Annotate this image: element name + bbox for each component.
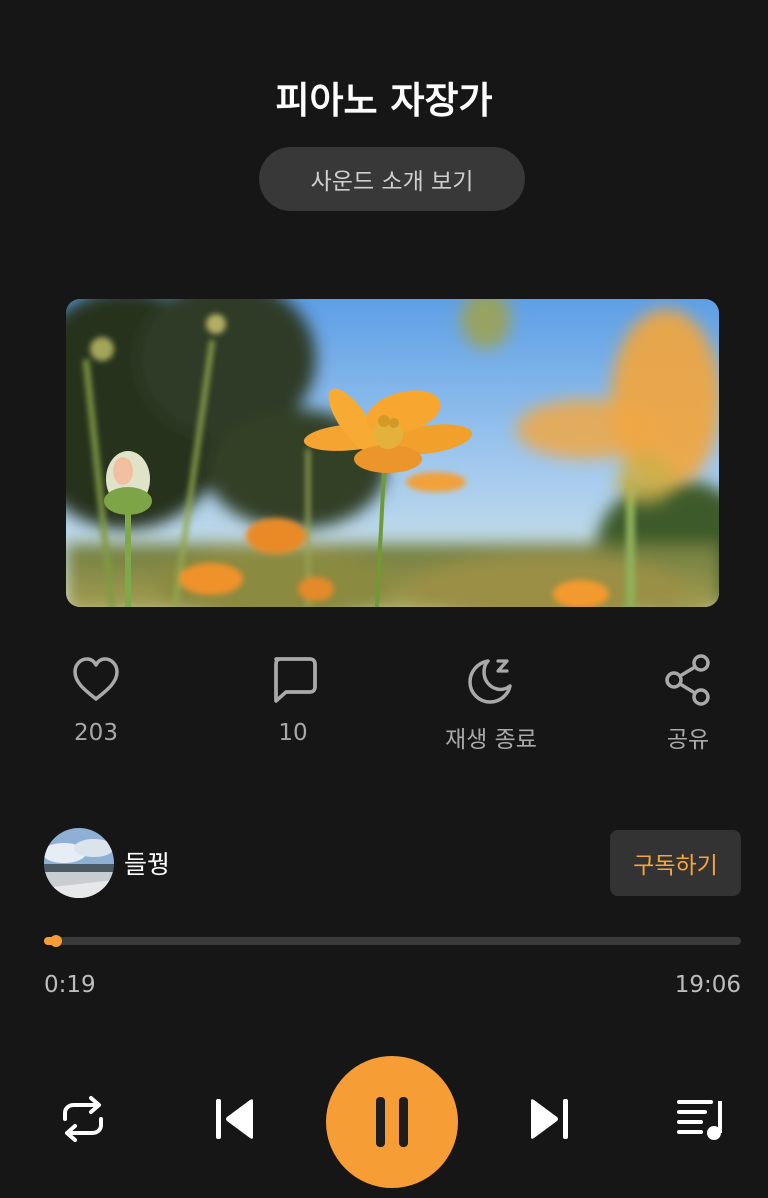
- total-time: 19:06: [674, 972, 741, 998]
- progress-bar[interactable]: [44, 935, 741, 947]
- share-button[interactable]: 공유: [618, 652, 758, 754]
- playlist-button[interactable]: [673, 1093, 729, 1145]
- share-label: 공유: [666, 727, 710, 753]
- next-button[interactable]: [527, 1097, 571, 1141]
- subscribe-button[interactable]: 구독하기: [610, 830, 741, 896]
- creator-info[interactable]: 들꿩: [44, 828, 170, 898]
- avatar[interactable]: [44, 828, 114, 898]
- progress-handle[interactable]: [49, 935, 62, 947]
- player-screen: 피아노 자장가 사운드 소개 보기 203 10 재생 종료 공유 들꿩 구독하…: [0, 0, 768, 1198]
- creator-name[interactable]: 들꿩: [124, 845, 170, 881]
- current-time: 0:19: [44, 972, 96, 998]
- comment-count: 10: [278, 720, 308, 746]
- previous-button[interactable]: [213, 1097, 257, 1141]
- page-title: 피아노 자장가: [275, 79, 493, 122]
- heart-icon: [68, 652, 124, 708]
- moon-sleep-icon: [463, 652, 519, 708]
- comment-button[interactable]: 10: [223, 652, 363, 746]
- repeat-button[interactable]: [57, 1093, 109, 1145]
- sound-intro-button[interactable]: 사운드 소개 보기: [259, 147, 525, 211]
- like-count: 203: [74, 720, 118, 746]
- pause-button[interactable]: [326, 1056, 458, 1188]
- cover-image: [66, 299, 719, 607]
- share-icon: [660, 652, 716, 708]
- pause-icon: [376, 1097, 408, 1147]
- repeat-icon: [63, 1096, 103, 1142]
- like-button[interactable]: 203: [26, 652, 166, 746]
- playlist-icon: [677, 1100, 722, 1140]
- action-bar: 203 10 재생 종료 공유: [0, 652, 768, 762]
- comment-icon: [265, 652, 321, 708]
- next-icon: [531, 1099, 568, 1139]
- sleep-timer-button[interactable]: 재생 종료: [421, 652, 561, 754]
- sleep-timer-label: 재생 종료: [445, 727, 537, 753]
- previous-icon: [216, 1099, 253, 1139]
